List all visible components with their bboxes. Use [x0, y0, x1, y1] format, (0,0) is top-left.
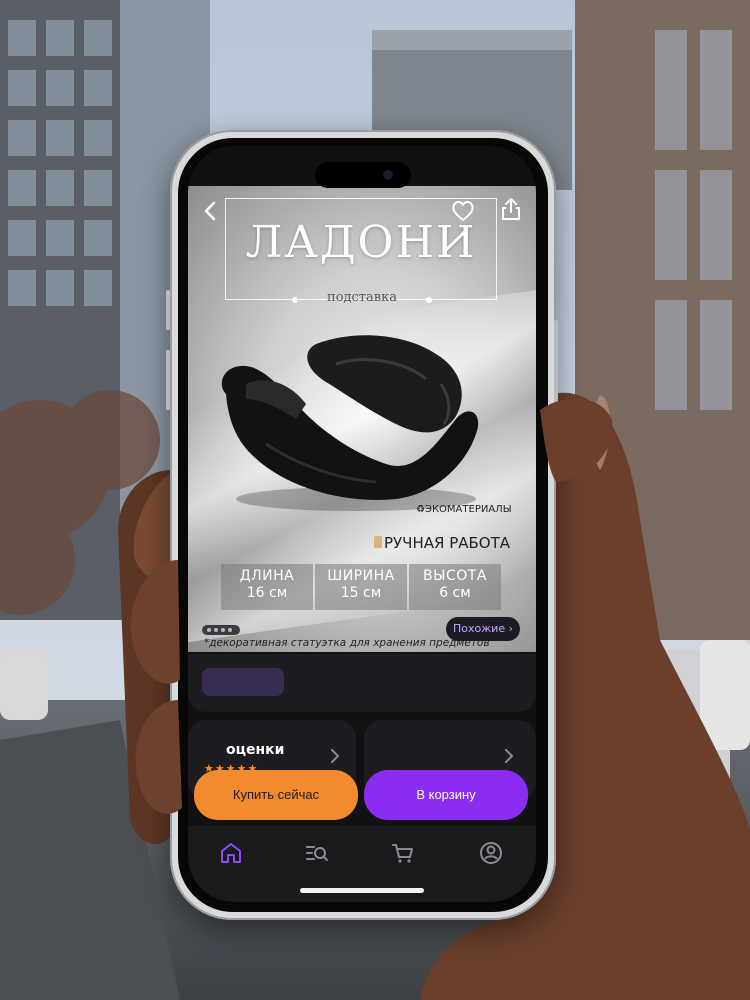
- heart-icon[interactable]: [450, 198, 476, 224]
- back-icon[interactable]: [198, 198, 224, 224]
- subtitle-row: подставка: [188, 290, 536, 310]
- dimension-label: ШИРИНА: [327, 568, 395, 584]
- gallery-pager[interactable]: [202, 625, 240, 635]
- handmade-icon: [374, 536, 382, 548]
- recycle-icon: ♻: [416, 504, 425, 515]
- eco-badge: ♻ЭКОМАТЕРИАЛЫ: [416, 504, 512, 515]
- eco-badge-label: ЭКОМАТЕРИАЛЫ: [424, 504, 512, 515]
- side-button: [166, 350, 170, 410]
- side-button: [554, 320, 558, 410]
- hands-sculpture: [221, 335, 479, 511]
- home-indicator[interactable]: [300, 888, 424, 893]
- home-icon[interactable]: [218, 840, 244, 866]
- dynamic-island: [315, 162, 411, 188]
- dimensions-table: ДЛИНА 16 см ШИРИНА 15 см ВЫСОТА 6 см: [221, 564, 501, 610]
- phone-screen: ЛАДОНИ подставка ♻ЭКОМАТЕРИАЛЫ РУЧНАЯ РА…: [188, 146, 536, 902]
- pager-dot[interactable]: [228, 628, 232, 632]
- dimension-length: ДЛИНА 16 см: [221, 564, 313, 610]
- buy-now-button[interactable]: Купить сейчас: [194, 770, 358, 820]
- dimension-label: ДЛИНА: [239, 568, 295, 584]
- handmade-label: РУЧНАЯ РАБОТА: [384, 534, 511, 552]
- bottom-tab-bar: [188, 826, 536, 902]
- dimension-value: 15 см: [340, 585, 382, 601]
- profile-icon[interactable]: [478, 840, 504, 866]
- dimension-value: 6 см: [439, 585, 471, 601]
- product-caption: *декоративная статуэтка для хранения пре…: [204, 637, 490, 649]
- side-button: [166, 290, 170, 330]
- dimension-width: ШИРИНА 15 см: [315, 564, 407, 610]
- product-banner[interactable]: ЛАДОНИ подставка ♻ЭКОМАТЕРИАЛЫ РУЧНАЯ РА…: [188, 186, 536, 652]
- catalog-search-icon[interactable]: [304, 840, 330, 866]
- dimension-height: ВЫСОТА 6 см: [409, 564, 501, 610]
- chevron-right-icon: [505, 749, 514, 763]
- share-icon[interactable]: [498, 196, 524, 222]
- pager-dot[interactable]: [207, 628, 211, 632]
- subtitle-dot: [426, 297, 432, 303]
- reviews-title: оценки: [226, 742, 285, 758]
- product-subtitle: подставка: [327, 290, 397, 305]
- price-placeholder: [202, 668, 284, 696]
- add-to-cart-button[interactable]: В корзину: [364, 770, 528, 820]
- handmade-badge: РУЧНАЯ РАБОТА: [384, 534, 510, 552]
- camera-lens: [383, 170, 393, 180]
- dimension-label: ВЫСОТА: [423, 568, 487, 584]
- pager-dot[interactable]: [214, 628, 218, 632]
- chevron-right-icon: [331, 749, 340, 763]
- product-title: ЛАДОНИ: [245, 217, 477, 268]
- dimension-value: 16 см: [246, 585, 288, 601]
- pager-dot[interactable]: [221, 628, 225, 632]
- cart-icon[interactable]: [390, 840, 416, 866]
